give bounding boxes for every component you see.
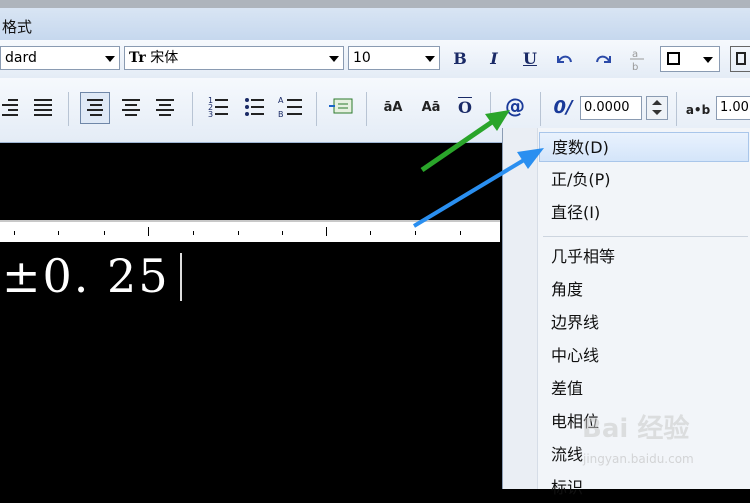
watermark-url: jingyan.baidu.com bbox=[583, 452, 694, 466]
green-arrow-icon bbox=[420, 110, 510, 173]
watermark-logo: Bai 经验 bbox=[582, 414, 690, 444]
